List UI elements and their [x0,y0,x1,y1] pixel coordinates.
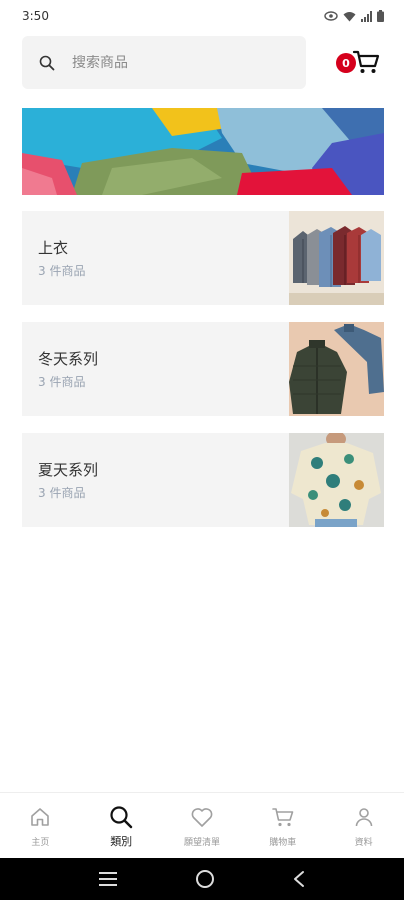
category-count: 3 件商品 [38,264,86,278]
status-bar: 3:50 [0,0,404,32]
category-count: 3 件商品 [38,486,86,500]
person-icon [353,805,375,829]
search-icon [38,54,56,72]
category-title: 冬天系列 [38,350,99,368]
back-icon[interactable] [292,870,306,888]
cart-icon [271,805,295,829]
category-title: 上衣 [38,239,69,257]
nav-item-home[interactable]: 主页 [0,793,81,858]
cart-icon [352,50,380,73]
system-nav-bar [0,858,404,900]
nav-label: 類別 [110,835,133,848]
recent-apps-icon[interactable] [98,871,118,887]
signal-icon [361,10,372,22]
category-title: 夏天系列 [38,461,99,479]
wifi-icon [343,11,356,21]
search-bar[interactable] [22,36,306,89]
eye-comfort-icon [324,11,338,21]
home-icon [29,805,51,829]
nav-label: 主页 [31,838,50,848]
status-icons [324,10,384,22]
heart-icon [190,805,214,829]
nav-item-profile[interactable]: 資料 [323,793,404,858]
nav-label: 購物車 [269,838,297,848]
banner-image [22,108,384,195]
category-image [289,211,384,305]
nav-item-cart[interactable]: 購物車 [242,793,323,858]
status-time: 3:50 [22,9,49,23]
category-image [289,322,384,416]
category-image [289,433,384,527]
battery-icon [377,10,384,22]
cart-button[interactable]: 0 [334,46,382,80]
promo-banner[interactable] [22,108,384,195]
nav-label: 資料 [354,838,373,848]
category-card-winter[interactable]: 冬天系列 3 件商品 [22,322,384,416]
nav-item-wishlist[interactable]: 願望清單 [162,793,243,858]
bottom-nav: 主页 類別 願望清單 購物車 資料 [0,792,404,858]
search-icon [109,805,133,829]
category-card-summer[interactable]: 夏天系列 3 件商品 [22,433,384,527]
home-button-icon[interactable] [195,869,215,889]
nav-item-categories[interactable]: 類別 [81,793,162,858]
category-card-tops[interactable]: 上衣 3 件商品 [22,211,384,305]
category-count: 3 件商品 [38,375,86,389]
search-input[interactable] [72,54,272,71]
nav-label: 願望清單 [183,838,220,848]
